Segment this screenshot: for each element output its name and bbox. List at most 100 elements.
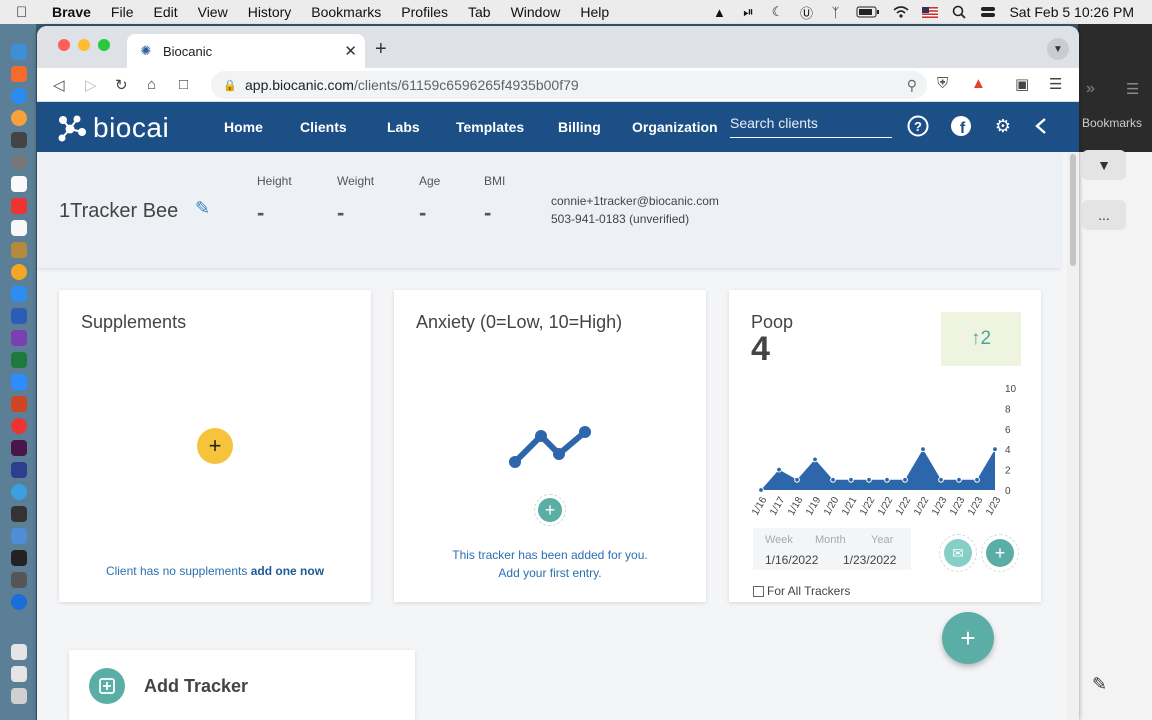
maximize-window-button[interactable] [98, 39, 110, 51]
us-flag-icon[interactable] [922, 4, 939, 20]
range-tab-week[interactable]: Week [765, 534, 793, 546]
calculator-icon[interactable] [11, 506, 27, 522]
add-entry-button[interactable]: + [534, 494, 566, 526]
menu-view[interactable]: View [198, 4, 228, 20]
nav-templates[interactable]: Templates [456, 119, 524, 135]
zoom-icon[interactable] [11, 374, 27, 390]
calendar-icon[interactable] [11, 198, 27, 214]
menu-help[interactable]: Help [580, 4, 609, 20]
lock-icon[interactable]: 🔒 [223, 79, 237, 92]
add-supplement-button[interactable]: + [197, 428, 233, 464]
email-button[interactable]: ✉ [939, 534, 977, 572]
menu-file[interactable]: File [111, 4, 134, 20]
photos-icon[interactable] [11, 264, 27, 280]
folder-icon[interactable] [11, 242, 27, 258]
bluetooth-icon[interactable]: ᛉ [827, 4, 843, 20]
help-icon[interactable]: ? [907, 115, 929, 137]
spotlight-search-icon[interactable] [951, 4, 967, 20]
more-button[interactable]: ... [1082, 200, 1126, 230]
close-tab-icon[interactable]: ✕ [344, 42, 357, 60]
menu-profiles[interactable]: Profiles [401, 4, 448, 20]
powerpoint-icon[interactable] [11, 396, 27, 412]
menu-window[interactable]: Window [511, 4, 561, 20]
end-date[interactable]: 1/23/2022 [843, 553, 896, 567]
downloads-icon[interactable] [11, 644, 27, 660]
bookmark-icon[interactable]: □ [179, 76, 188, 93]
chevron-double-right-icon[interactable]: » [1086, 80, 1095, 98]
nav-home[interactable]: Home [224, 119, 263, 135]
reload-icon[interactable]: ↻ [115, 76, 128, 94]
bookmarks-label[interactable]: Bookmarks [1082, 116, 1142, 130]
nav-organization[interactable]: Organization [632, 119, 718, 135]
close-window-button[interactable] [58, 39, 70, 51]
brave-icon[interactable] [11, 66, 27, 82]
range-tab-year[interactable]: Year [871, 534, 893, 546]
app-icon[interactable] [11, 132, 27, 148]
malwarebytes-icon[interactable]: ▲ [711, 4, 727, 20]
nav-labs[interactable]: Labs [387, 119, 420, 135]
nav-clients[interactable]: Clients [300, 119, 347, 135]
menu-icon[interactable]: ☰ [1049, 75, 1062, 93]
firefox-icon[interactable] [11, 110, 27, 126]
edit-pencil-icon[interactable]: ✎ [195, 198, 210, 219]
document-icon[interactable] [11, 220, 27, 236]
dropdown-button[interactable]: ▼ [1082, 150, 1126, 180]
menu-app-name[interactable]: Brave [52, 4, 91, 20]
app-dark-icon[interactable] [11, 572, 27, 588]
terminal-icon[interactable] [11, 550, 27, 566]
gear-icon[interactable]: ⚙ [992, 115, 1014, 137]
menu-edit[interactable]: Edit [153, 4, 177, 20]
slack-icon[interactable] [11, 440, 27, 456]
facebook-icon[interactable]: f [950, 115, 972, 137]
trash-icon[interactable] [11, 688, 27, 704]
onenote-icon[interactable] [11, 330, 27, 346]
moon-icon[interactable]: ☾ [769, 4, 785, 20]
preview-icon[interactable] [11, 528, 27, 544]
scrollbar-thumb[interactable] [1070, 154, 1076, 266]
finder-icon[interactable] [11, 44, 27, 60]
menu-tab[interactable]: Tab [468, 4, 491, 20]
wallet-icon[interactable]: ▣ [1015, 75, 1029, 93]
app-globe-icon[interactable] [11, 484, 27, 500]
zoom-icon[interactable]: ⚲ [907, 77, 917, 94]
menubar-clock[interactable]: Sat Feb 5 10:26 PM [1009, 4, 1134, 20]
control-center-icon[interactable] [980, 4, 996, 20]
menu-bookmarks[interactable]: Bookmarks [311, 4, 381, 20]
battery-icon[interactable] [856, 4, 880, 20]
safari-icon[interactable] [11, 88, 27, 104]
nav-billing[interactable]: Billing [558, 119, 601, 135]
app-store-icon[interactable] [11, 286, 27, 302]
tracker-added-line2[interactable]: Add your first entry. [394, 564, 706, 582]
for-all-trackers-checkbox[interactable]: For All Trackers [753, 584, 850, 598]
forward-icon[interactable]: ▷ [85, 76, 97, 94]
dollar-icon[interactable]: Ⓤ [798, 4, 814, 21]
add-entry-button[interactable]: + [981, 534, 1019, 572]
menu-history[interactable]: History [248, 4, 292, 20]
start-date[interactable]: 1/16/2022 [765, 553, 818, 567]
url-bar[interactable]: 🔒 app.biocanic.com/clients/61159c6596265… [211, 71, 927, 99]
minimize-window-button[interactable] [78, 39, 90, 51]
floating-add-button[interactable]: + [942, 612, 994, 664]
excel-icon[interactable] [11, 352, 27, 368]
home-icon[interactable]: ⌂ [147, 76, 156, 93]
play-icon[interactable]: ⏯ [740, 4, 756, 20]
biocanic-logo[interactable]: biocai [57, 112, 169, 144]
tab-search-icon[interactable]: ▼ [1047, 38, 1069, 60]
documents-stack-icon[interactable] [11, 666, 27, 682]
app-blue-icon[interactable] [11, 462, 27, 478]
checkbox[interactable] [753, 585, 764, 597]
url-text[interactable]: app.biocanic.com/clients/61159c6596265f4… [245, 77, 579, 93]
page-scrollbar[interactable] [1067, 152, 1079, 720]
hamburger-menu-icon[interactable]: ☰ [1126, 80, 1139, 98]
chevron-left-icon[interactable] [1030, 115, 1052, 137]
brave-rewards-icon[interactable]: ▲ [971, 75, 986, 92]
apple-icon[interactable]:  [16, 4, 38, 21]
brave-shields-icon[interactable]: ⛨ [937, 75, 948, 92]
range-tab-month[interactable]: Month [815, 534, 846, 546]
add-tracker-card[interactable]: Add Tracker [69, 650, 415, 720]
app-m-icon[interactable] [11, 594, 27, 610]
client-email[interactable]: connie+1tracker@biocanic.com [551, 192, 719, 210]
word-icon[interactable] [11, 308, 27, 324]
search-clients-input[interactable]: Search clients [730, 115, 892, 138]
app-red-icon[interactable] [11, 418, 27, 434]
